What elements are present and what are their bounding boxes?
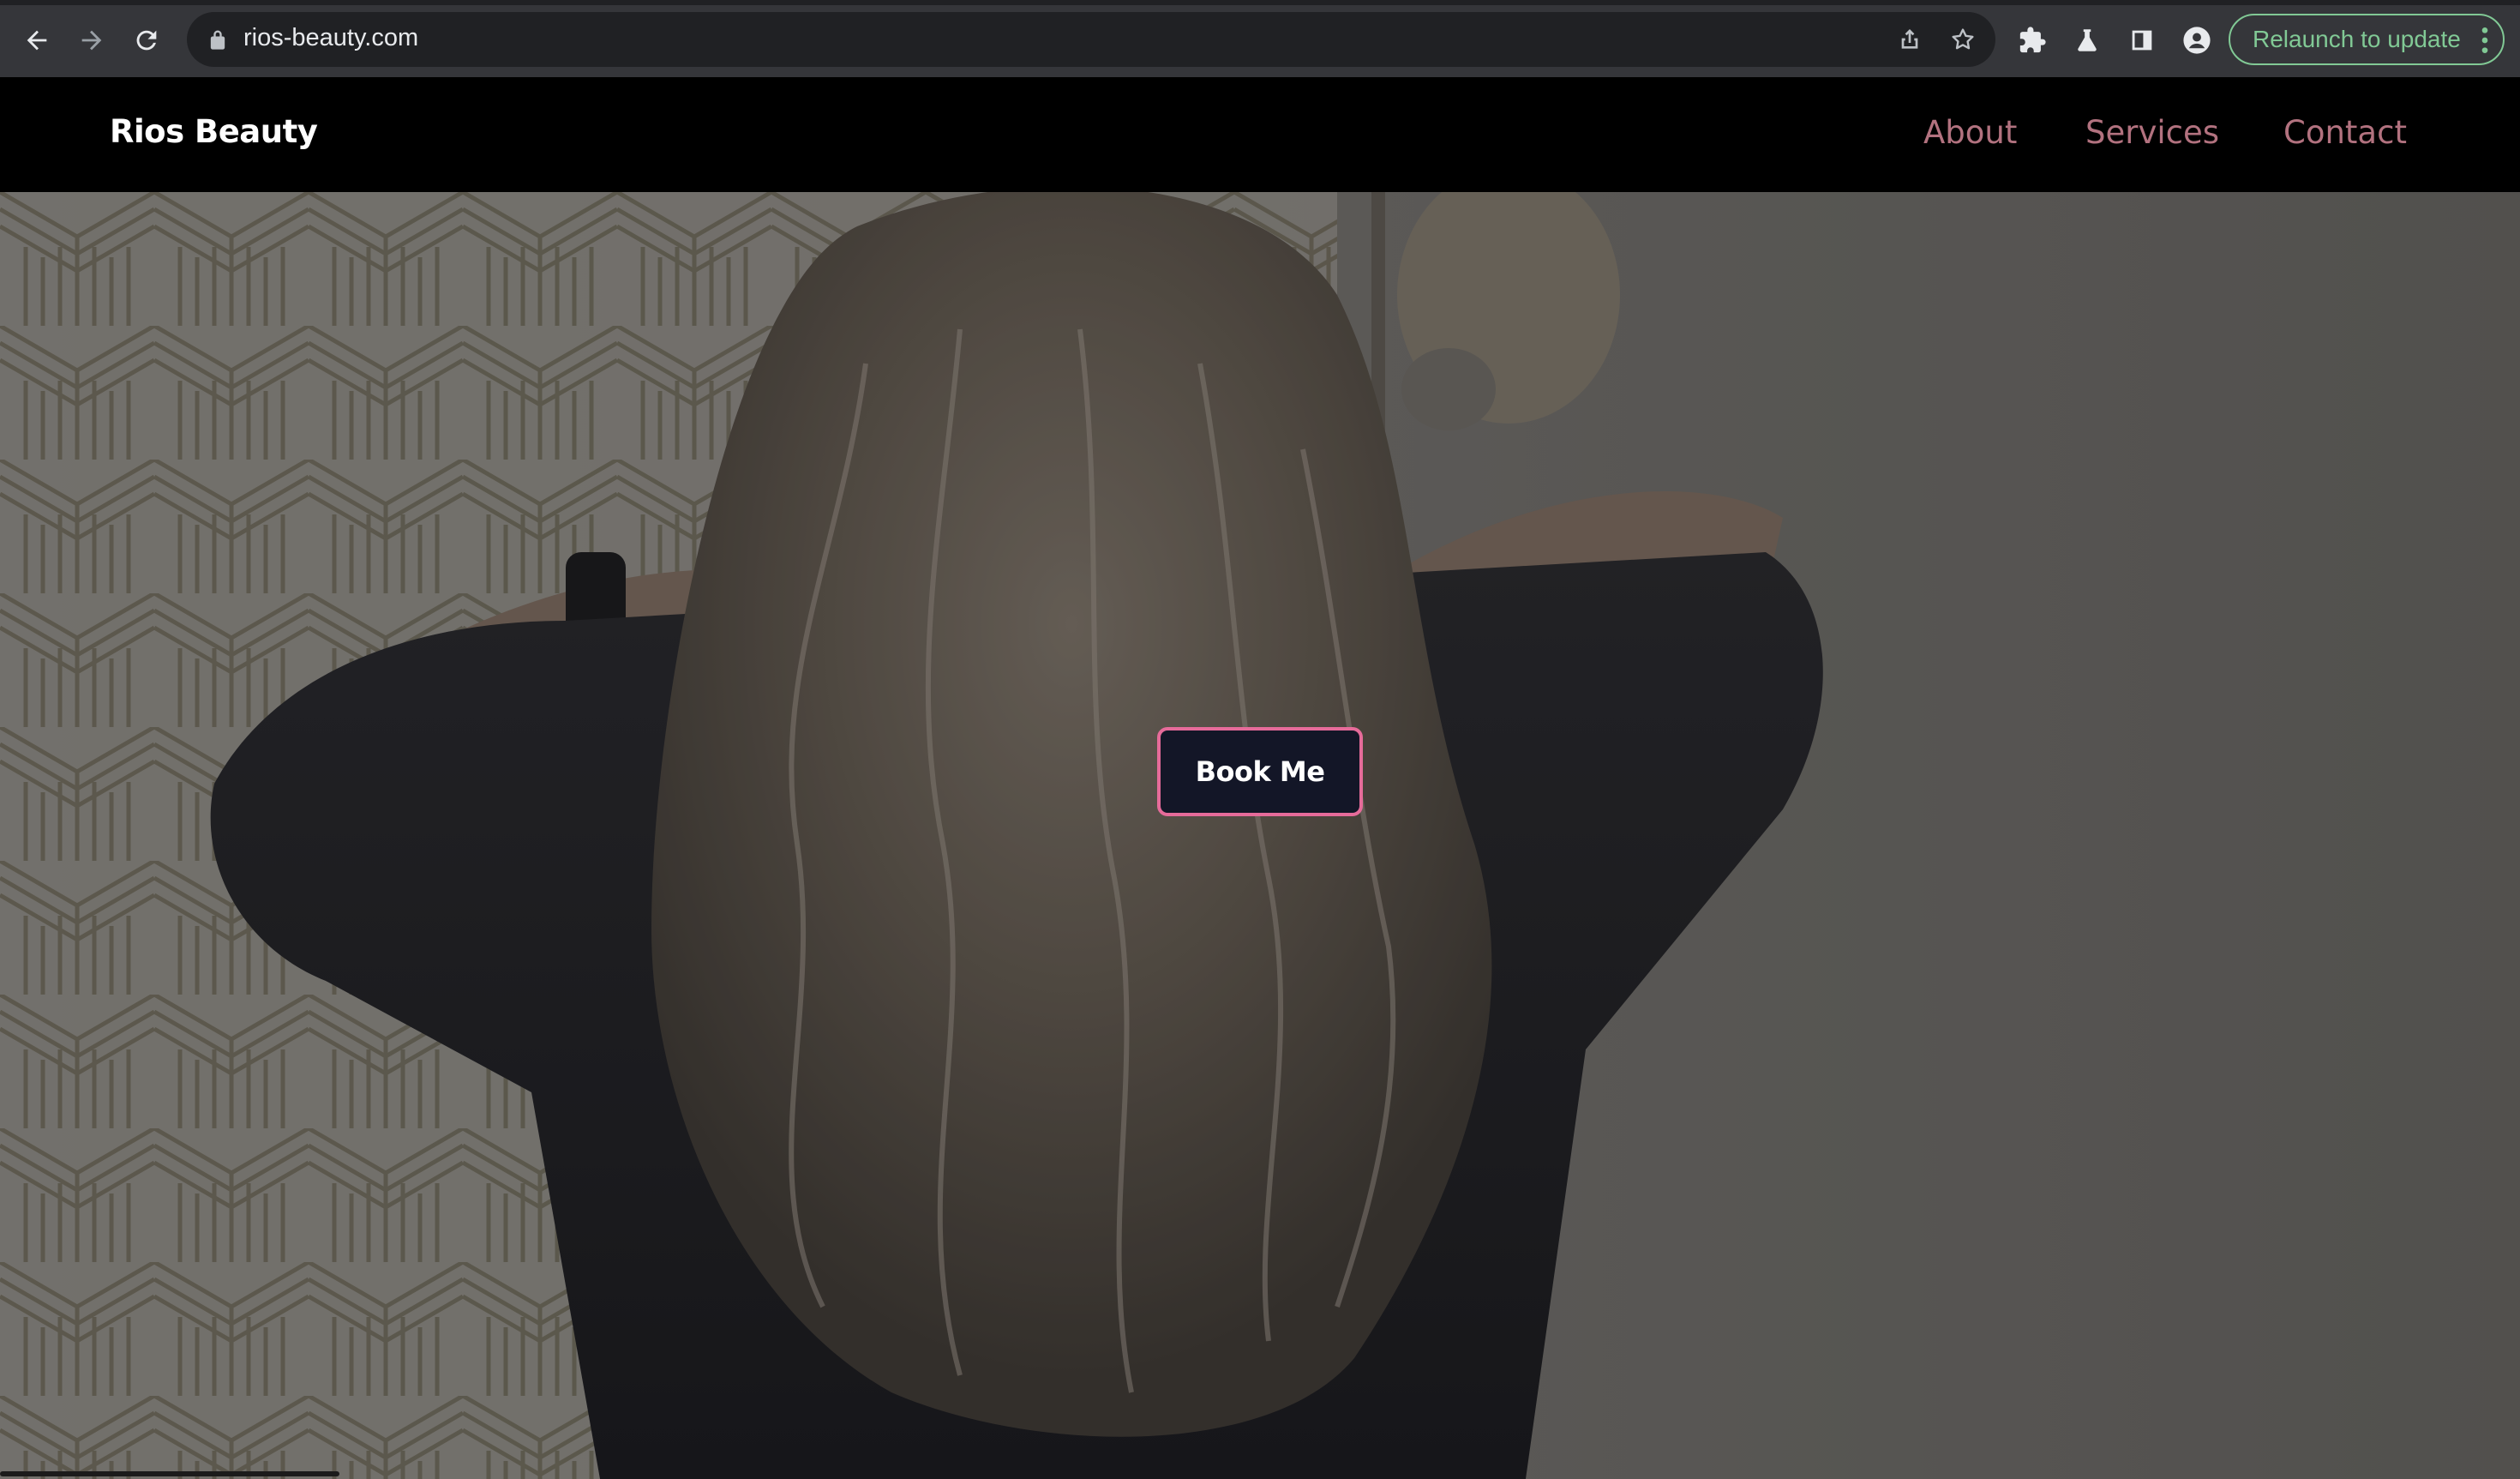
url-text[interactable]: rios-beauty.com (243, 24, 418, 52)
address-bar[interactable]: rios-beauty.com (187, 12, 1995, 67)
brand-logo-text[interactable]: Rios Beauty (110, 113, 318, 150)
nav-link-contact[interactable]: Contact (2283, 114, 2407, 151)
lock-icon[interactable] (206, 27, 230, 51)
forward-button[interactable] (70, 19, 113, 62)
forward-icon (81, 30, 102, 51)
side-panel-button[interactable] (2121, 19, 2163, 62)
share-button[interactable] (1893, 22, 1927, 57)
relaunch-to-update-button[interactable]: Relaunch to update (2229, 14, 2505, 65)
hero-dark-overlay (0, 192, 2520, 1479)
share-icon (1901, 29, 1918, 49)
bookmark-button[interactable] (1946, 22, 1980, 57)
profile-button[interactable] (2175, 19, 2218, 62)
horizontal-scrollbar[interactable] (0, 1471, 339, 1476)
bookmark-star-icon (1952, 28, 1974, 50)
back-button[interactable] (15, 19, 58, 62)
back-icon (27, 30, 47, 51)
labs-flask-icon (2078, 29, 2097, 51)
relaunch-label: Relaunch to update (2253, 26, 2461, 52)
reload-icon (136, 30, 157, 51)
nav-link-about[interactable]: About (1923, 114, 2017, 151)
more-vert-icon (2481, 27, 2488, 53)
extensions-puzzle-icon (2019, 27, 2046, 53)
reload-button[interactable] (125, 19, 168, 62)
hero-section: Book Me (0, 192, 2520, 1479)
labs-button[interactable] (2066, 19, 2109, 62)
browser-toolbar: rios-beauty.com Relaunch to update (0, 0, 2520, 77)
side-panel-icon (2132, 30, 2152, 51)
nav-link-services[interactable]: Services (2085, 114, 2219, 151)
site-header: Rios Beauty About Services Contact (0, 77, 2520, 192)
extensions-button[interactable] (2011, 19, 2054, 62)
book-me-button[interactable]: Book Me (1157, 727, 1363, 816)
tab-strip-edge (0, 0, 2520, 5)
profile-icon (2183, 27, 2211, 54)
